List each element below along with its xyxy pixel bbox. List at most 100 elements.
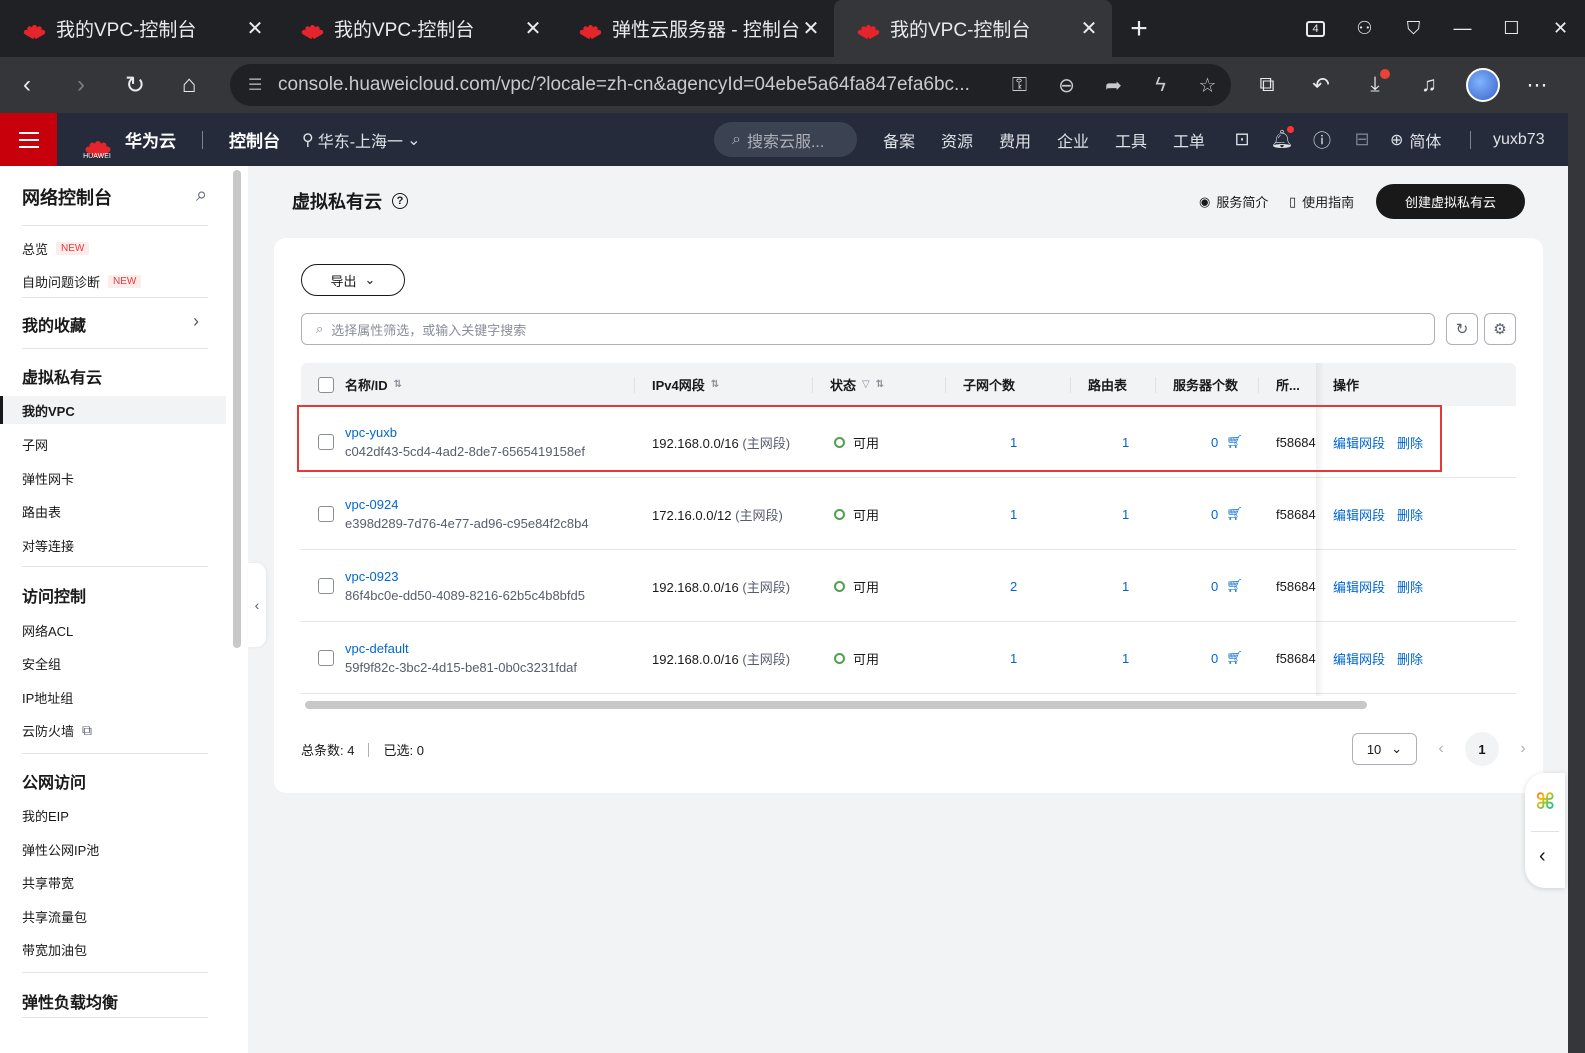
extensions-icon[interactable]: ⧉	[1240, 57, 1294, 113]
col-cidr[interactable]: IPv4网段 ⇅	[633, 363, 719, 406]
current-page[interactable]: 1	[1465, 732, 1499, 766]
server-count-link[interactable]: 0	[1211, 651, 1218, 666]
checkbox[interactable]	[318, 578, 334, 594]
region-selector[interactable]: ⚲ 华东-上海一 ⌄	[302, 128, 420, 152]
sidebar-item-route-table[interactable]: 路由表	[22, 502, 61, 521]
console-search[interactable]: ⌕ 搜索云服...	[714, 122, 857, 157]
home-icon[interactable]: ⌂	[162, 57, 216, 113]
media-icon[interactable]: ♫	[1402, 57, 1456, 113]
filter-funnel-icon[interactable]: ▽	[862, 379, 870, 390]
sidebar-item-security-group[interactable]: 安全组	[22, 654, 61, 673]
key-icon[interactable]: ⚿	[996, 74, 1043, 97]
create-vpc-button[interactable]: 创建虚拟私有云	[1376, 184, 1525, 219]
chevron-left-icon[interactable]: ‹	[1539, 845, 1546, 868]
profile-avatar[interactable]	[1456, 57, 1510, 113]
nav-enterprise[interactable]: 企业	[1044, 128, 1102, 152]
bell-icon[interactable]: 🔔︎	[1262, 126, 1302, 150]
table-horizontal-scrollbar[interactable]	[305, 701, 1367, 709]
language-selector[interactable]: ⊕ 简体	[1390, 128, 1441, 152]
subnet-count-link[interactable]: 1	[1010, 651, 1017, 666]
browser-tab-2[interactable]: 我的VPC-控制台 ✕	[278, 0, 556, 57]
chevron-right-icon[interactable]: ›	[193, 311, 199, 332]
share-icon[interactable]: ➦	[1090, 73, 1137, 98]
address-bar[interactable]: ☰ console.huaweicloud.com/vpc/?locale=zh…	[230, 64, 1231, 106]
sidebar-item-eni[interactable]: 弹性网卡	[22, 469, 74, 488]
edit-cidr-link[interactable]: 编辑网段	[1333, 505, 1385, 524]
vpc-name-link[interactable]: vpc-default	[345, 641, 577, 656]
undo-icon[interactable]: ↶	[1294, 57, 1348, 113]
browser-tab-1[interactable]: 我的VPC-控制台 ✕	[0, 0, 278, 57]
row-checkbox[interactable]	[318, 622, 334, 694]
help-question-icon[interactable]: ?	[392, 193, 408, 209]
server-count-link[interactable]: 0	[1211, 579, 1218, 594]
assistant-logo-icon[interactable]: ⌘	[1535, 789, 1555, 815]
sidebar-item-shared-bandwidth[interactable]: 共享带宽	[22, 873, 74, 892]
sidebar-item-cloud-firewall[interactable]: 云防火墙 ⧉	[22, 721, 92, 740]
close-tab-icon[interactable]: ✕	[800, 16, 822, 41]
forward-icon[interactable]: ›	[54, 57, 108, 113]
minimize-icon[interactable]: —	[1438, 0, 1487, 57]
checkbox[interactable]	[318, 650, 334, 666]
nav-tickets[interactable]: 工单	[1160, 128, 1218, 152]
delete-link[interactable]: 删除	[1397, 577, 1423, 596]
copilot-icon[interactable]: ⚇	[1340, 0, 1389, 57]
site-settings-icon[interactable]: ☰	[248, 75, 278, 95]
page-size-select[interactable]: 10 ⌄	[1352, 733, 1417, 765]
url-text[interactable]: console.huaweicloud.com/vpc/?locale=zh-c…	[278, 74, 996, 96]
route-count-link[interactable]: 1	[1122, 579, 1129, 594]
cart-icon[interactable]: 🛒︎	[1226, 650, 1243, 666]
more-menu-icon[interactable]: ⋯	[1510, 57, 1564, 113]
user-guide-link[interactable]: ▯ 使用指南	[1289, 192, 1354, 211]
sidebar-group-access-control[interactable]: 访问控制	[22, 583, 86, 607]
sidebar-item-overview[interactable]: 总览 NEW	[22, 239, 90, 258]
server-count-link[interactable]: 0	[1211, 507, 1218, 522]
feedback-icon[interactable]: ⊟	[1342, 129, 1382, 150]
star-icon[interactable]: ☆	[1184, 73, 1231, 98]
nav-billing[interactable]: 费用	[986, 128, 1044, 152]
download-icon[interactable]: ⤓	[1348, 57, 1402, 113]
nav-beian[interactable]: 备案	[870, 128, 928, 152]
tab-count-icon[interactable]: 4	[1291, 0, 1340, 57]
huawei-logo-icon[interactable]: HUAWEI	[79, 122, 115, 160]
sidebar-item-ip-group[interactable]: IP地址组	[22, 688, 73, 707]
filter-search-input[interactable]: ⌕ 选择属性筛选，或输入关键字搜索	[301, 313, 1435, 345]
sidebar-group-vpc[interactable]: 虚拟私有云	[22, 364, 102, 388]
page-scrollbar[interactable]	[1568, 113, 1585, 1053]
route-count-link[interactable]: 1	[1122, 507, 1129, 522]
sidebar-item-shared-data-package[interactable]: 共享流量包	[22, 907, 87, 926]
back-icon[interactable]: ‹	[0, 57, 54, 113]
route-count-link[interactable]: 1	[1122, 651, 1129, 666]
extensions-shirt-icon[interactable]: ⛉	[1389, 0, 1438, 57]
hamburger-menu-icon[interactable]	[0, 113, 57, 166]
sort-icon[interactable]: ⇅	[876, 379, 884, 390]
sidebar-item-bandwidth-addon[interactable]: 带宽加油包	[22, 940, 87, 959]
sidebar-item-acl[interactable]: 网络ACL	[22, 621, 73, 640]
cart-icon[interactable]: 🛒︎	[1226, 506, 1243, 522]
brand-name[interactable]: 华为云	[125, 127, 176, 152]
vpc-name-link[interactable]: vpc-0924	[345, 497, 589, 512]
close-tab-icon[interactable]: ✕	[522, 16, 544, 41]
edit-cidr-link[interactable]: 编辑网段	[1333, 649, 1385, 668]
zoom-out-icon[interactable]: ⊖	[1043, 73, 1090, 98]
new-tab-button[interactable]: +	[1112, 0, 1166, 57]
close-tab-icon[interactable]: ✕	[1078, 16, 1100, 41]
console-link[interactable]: 控制台	[229, 127, 280, 152]
checkbox[interactable]	[318, 376, 334, 393]
cart-icon[interactable]: 🛒︎	[1226, 578, 1243, 594]
nav-resources[interactable]: 资源	[928, 128, 986, 152]
reload-icon[interactable]: ↻	[108, 57, 162, 113]
cloud-shell-icon[interactable]: ⊡	[1222, 129, 1262, 150]
next-page-icon[interactable]: ›	[1513, 740, 1533, 758]
subnet-count-link[interactable]: 2	[1010, 579, 1017, 594]
refresh-button[interactable]: ↻	[1446, 313, 1478, 345]
sidebar-collapse-button[interactable]: ‹	[248, 563, 266, 647]
help-icon[interactable]: ⓘ	[1302, 127, 1342, 153]
col-name[interactable]: 名称/ID ⇅	[345, 363, 402, 406]
select-all-checkbox[interactable]	[318, 363, 334, 406]
subnet-count-link[interactable]: 1	[1010, 507, 1017, 522]
lightning-icon[interactable]: ϟ	[1137, 74, 1184, 97]
row-checkbox[interactable]	[318, 478, 334, 550]
sidebar-item-my-eip[interactable]: 我的EIP	[22, 806, 69, 825]
browser-tab-4-active[interactable]: 我的VPC-控制台 ✕	[834, 0, 1112, 57]
export-button[interactable]: 导出 ⌄	[301, 264, 405, 296]
